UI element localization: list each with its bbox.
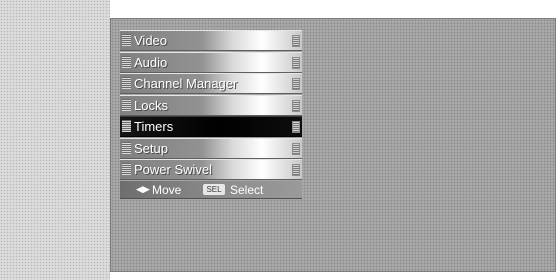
tv-osd-screenshot: Video Audio Channel Manager Locks Timers…: [0, 0, 560, 280]
menu-marker-icon: [122, 120, 131, 132]
menu-item-label: Channel Manager: [134, 76, 238, 91]
navigation-hint-bar: ◀▶ Move SEL Select: [120, 181, 302, 199]
menu-item-timers[interactable]: Timers: [120, 116, 302, 137]
menu-item-label: Setup: [134, 140, 168, 156]
menu-marker-icon: [122, 163, 131, 175]
move-arrows-icon: ◀▶: [136, 184, 150, 194]
menu-marker-icon: [122, 98, 131, 111]
submenu-tab-icon: [292, 121, 300, 133]
menu-marker-icon: [122, 77, 131, 89]
menu-item-label: Audio: [134, 54, 168, 70]
submenu-tab-icon: [292, 56, 300, 69]
menu-item-label: Video: [134, 33, 168, 48]
menu-item-video[interactable]: Video: [120, 30, 302, 51]
submenu-tab-icon: [292, 99, 300, 112]
move-hint-label: Move: [152, 183, 182, 197]
menu-marker-icon: [122, 55, 131, 68]
menu-item-setup[interactable]: Setup: [120, 137, 302, 159]
menu-marker-icon: [122, 141, 131, 154]
left-background: [0, 0, 110, 280]
main-menu: Video Audio Channel Manager Locks Timers…: [120, 30, 302, 199]
menu-item-channel-manager[interactable]: Channel Manager: [120, 73, 302, 94]
menu-marker-icon: [122, 34, 131, 46]
submenu-tab-icon: [292, 142, 300, 155]
menu-item-audio[interactable]: Audio: [120, 51, 302, 73]
menu-item-locks[interactable]: Locks: [120, 94, 302, 116]
menu-item-power-swivel[interactable]: Power Swivel: [120, 159, 302, 180]
select-hint-label: Select: [230, 183, 264, 197]
submenu-tab-icon: [292, 78, 300, 90]
menu-item-label: Power Swivel: [134, 162, 213, 177]
sel-key-icon: SEL: [203, 184, 225, 195]
menu-item-label: Locks: [134, 97, 168, 113]
menu-item-label: Timers: [134, 119, 174, 134]
submenu-tab-icon: [292, 35, 300, 47]
submenu-tab-icon: [292, 164, 300, 176]
